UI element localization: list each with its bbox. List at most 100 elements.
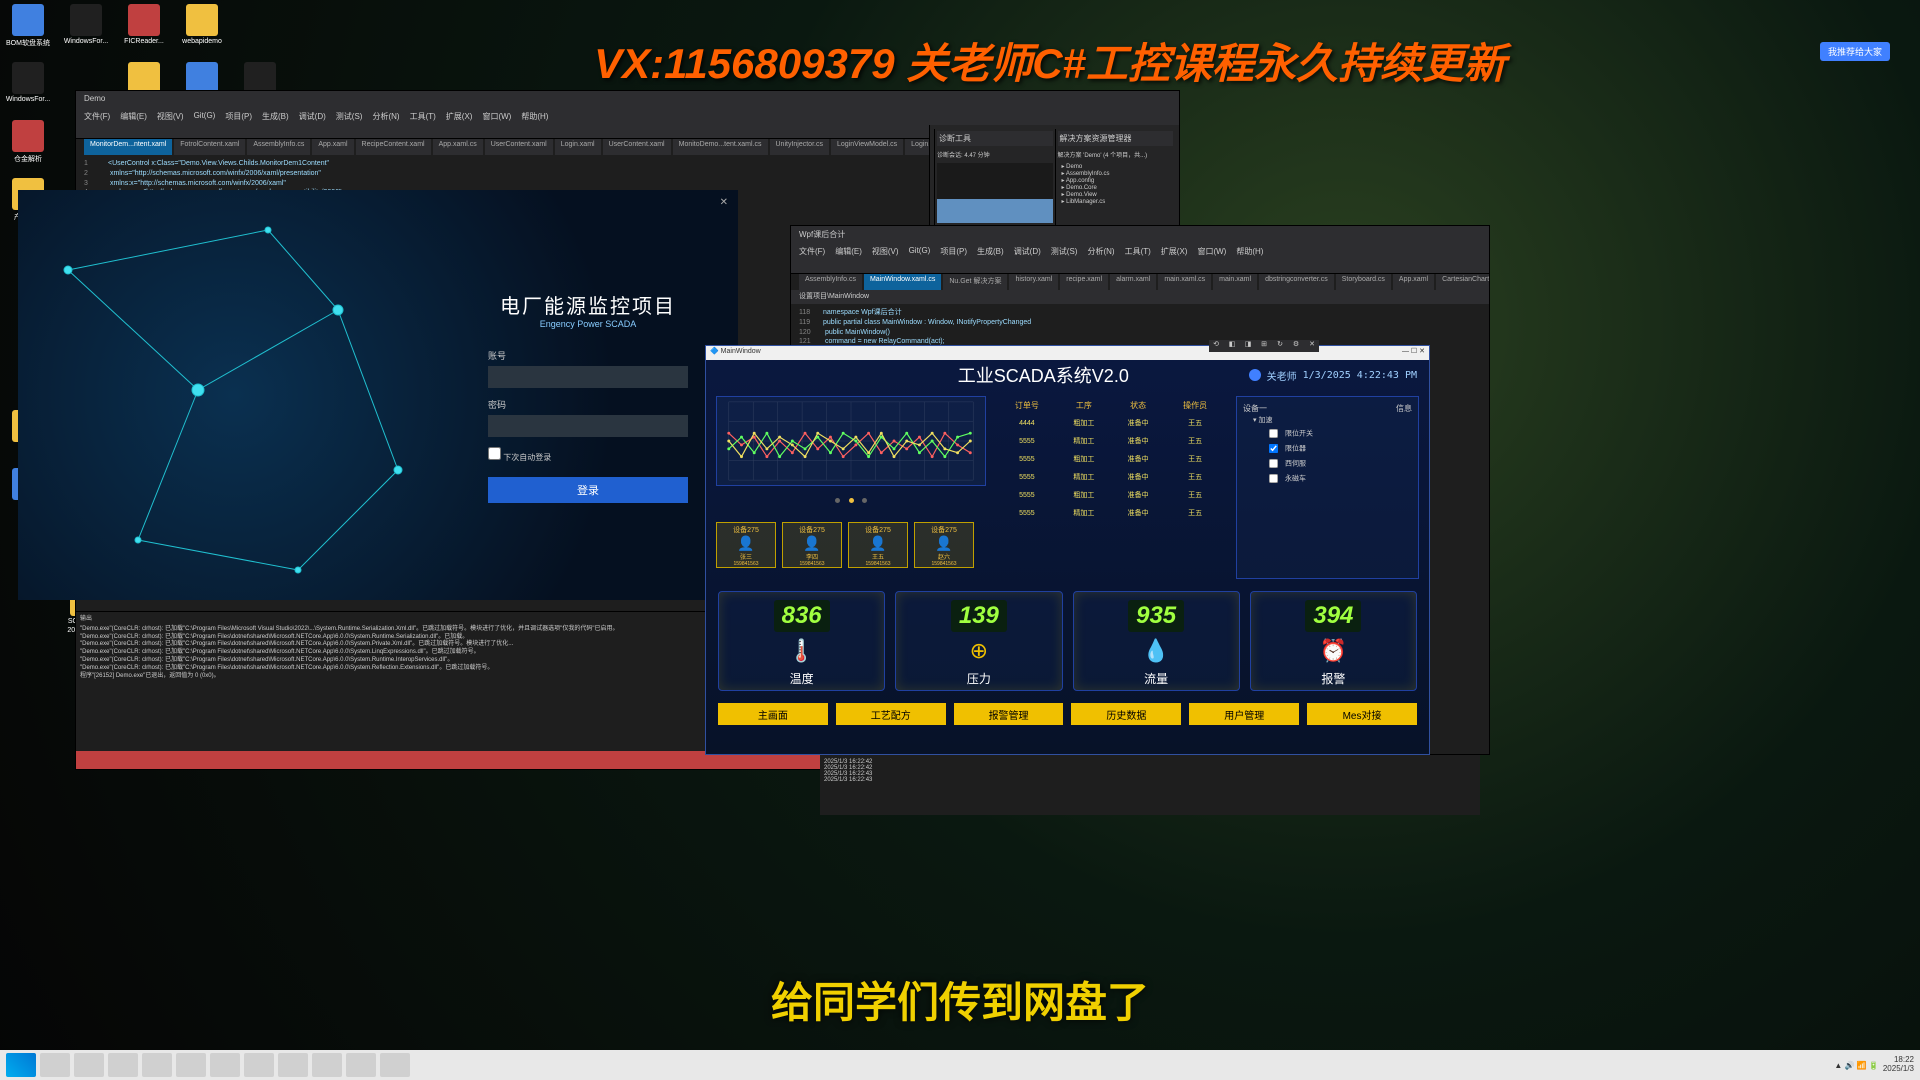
scada-tree-panel[interactable]: 设备一 信息 ▾ 加速 限位开关 限位器 西伺服 永磁车 [1236,396,1419,579]
table-row[interactable]: 5555精加工准备中王五 [998,505,1224,521]
menu-item[interactable]: 视图(V) [872,246,899,258]
editor-tab[interactable]: Storyboard.cs [1336,274,1391,290]
promo-pill[interactable]: 我推荐给大家 [1820,42,1890,61]
clock[interactable]: 18:22 2025/1/3 [1883,1056,1914,1074]
windows-taskbar[interactable]: ▲ 🔊 📶 🔋 18:22 2025/1/3 [0,1050,1920,1080]
menu-item[interactable]: 调试(D) [1014,246,1041,258]
close-icon[interactable]: ✕ [714,195,734,210]
login-window-controls[interactable]: ✕ [714,192,734,210]
tree-item[interactable]: 限位开关 [1243,426,1412,441]
editor-tab[interactable]: App.xaml [312,139,353,155]
editor-tab[interactable]: Login.xaml [555,139,601,155]
menu-item[interactable]: 分析(N) [1087,246,1114,258]
menu-item[interactable]: 工具(T) [410,111,436,123]
nav-button-工艺配方[interactable]: 工艺配方 [836,703,946,725]
table-row[interactable]: 5555粗加工准备中王五 [998,487,1224,503]
editor-tab[interactable]: AssemblyInfo.cs [799,274,862,290]
menu-item[interactable]: 调试(D) [299,111,326,123]
menu-item[interactable]: 文件(F) [84,111,110,123]
window-controls[interactable]: — ☐ ✕ [1402,347,1425,359]
editor-tab[interactable]: AssemblyInfo.cs [247,139,310,155]
editor-tab[interactable]: MonitoDemo...tent.xaml.cs [673,139,768,155]
tree-sub[interactable]: ▾ 加速 [1243,414,1412,426]
scada-debug-toolbar[interactable]: ⟲ ◧ ◨ ⊞ ↻ ⚙ ✕ [1209,340,1319,352]
taskbar-app-start[interactable] [6,1053,36,1077]
editor-tab[interactable]: main.xaml [1213,274,1257,290]
editor-tab[interactable]: LoginViewModel.cs [831,139,903,155]
vs2-tabs[interactable]: AssemblyInfo.csMainWindow.xaml.csNu.Get … [791,274,1489,290]
orders-table[interactable]: 订单号工序状态操作员4444粗加工准备中王五5555精加工准备中王五5555粗加… [996,396,1226,523]
menu-item[interactable]: 帮助(H) [521,111,548,123]
menu-item[interactable]: 帮助(H) [1236,246,1263,258]
editor-tab[interactable]: CartesianChartConver...cs [1436,274,1489,290]
carousel-dots[interactable] [716,490,986,508]
worker-card[interactable]: 设备275👤张三159841563 [716,522,776,568]
metric-card-压力[interactable]: 139⊕压力 [895,591,1062,691]
worker-card[interactable]: 设备275👤赵六159841563 [914,522,974,568]
login-button[interactable]: 登录 [488,477,688,503]
vs2-titlebar[interactable]: Wpf课后合计 [791,226,1489,244]
nav-button-Mes对接[interactable]: Mes对接 [1307,703,1417,725]
tray-icons[interactable]: ▲ 🔊 📶 🔋 [1834,1061,1878,1070]
menu-item[interactable]: Git(G) [909,246,931,258]
menu-item[interactable]: 测试(S) [336,111,363,123]
menu-item[interactable]: 窗口(W) [482,111,511,123]
remember-checkbox-row[interactable]: 下次自动登录 [488,447,688,463]
desktop-icon[interactable]: 仓金解析 [4,120,52,174]
username-input[interactable] [488,366,688,388]
editor-tab[interactable]: MonitorDem...ntent.xaml [84,139,172,155]
menu-item[interactable]: 项目(P) [940,246,967,258]
vs1-titlebar[interactable]: Demo [76,91,1179,109]
taskbar-app-demo[interactable] [346,1053,376,1077]
vs2-output-panel[interactable]: 2025/1/3 16:22:422025/1/3 16:22:422025/1… [820,755,1480,815]
dot[interactable] [862,498,867,503]
metric-card-流量[interactable]: 935💧流量 [1073,591,1240,691]
taskbar-app-chrome[interactable] [278,1053,308,1077]
editor-tab[interactable]: FotrolContent.xaml [174,139,245,155]
worker-card[interactable]: 设备275👤王五159841563 [848,522,908,568]
taskbar-app-widgets[interactable] [74,1053,104,1077]
editor-tab[interactable]: recipe.xaml [1060,274,1108,290]
tb-icon[interactable]: ◨ [1241,340,1255,352]
table-row[interactable]: 5555精加工准备中王五 [998,433,1224,449]
menu-item[interactable]: 扩展(X) [446,111,473,123]
scada-window-titlebar[interactable]: 🔷 MainWindow — ☐ ✕ [706,346,1429,360]
editor-tab[interactable]: alarm.xaml [1110,274,1156,290]
tree-item[interactable]: 限位器 [1243,441,1412,456]
desktop-icon[interactable]: BOM软盘系统 [4,4,52,58]
editor-tab[interactable]: main.xaml.cs [1158,274,1211,290]
table-row[interactable]: 4444粗加工准备中王五 [998,415,1224,431]
tb-icon[interactable]: ⊞ [1257,340,1271,352]
menu-item[interactable]: 视图(V) [157,111,184,123]
menu-item[interactable]: 生成(B) [262,111,289,123]
tb-icon[interactable]: ⚙ [1289,340,1303,352]
vs2-breadcrumb[interactable]: 设置项目\MainWindow [791,290,1489,304]
tb-icon[interactable]: ◧ [1225,340,1239,352]
menu-item[interactable]: 项目(P) [225,111,252,123]
nav-button-主画面[interactable]: 主画面 [718,703,828,725]
dot-active[interactable] [849,498,854,503]
password-input[interactable] [488,415,688,437]
metric-card-温度[interactable]: 836🌡️温度 [718,591,885,691]
editor-tab[interactable]: history.xaml [1009,274,1058,290]
remember-checkbox[interactable] [488,447,501,460]
solution-tree[interactable]: ▸ Demo▸ AssemblyInfo.cs▸ App.config▸ Dem… [1058,163,1174,205]
editor-tab[interactable]: Nu.Get 解决方案 [943,274,1007,290]
tb-icon[interactable]: ✕ [1305,340,1319,352]
desktop-icon[interactable] [236,4,284,58]
editor-tab[interactable]: App.xaml [1393,274,1434,290]
editor-tab[interactable]: UnityInjector.cs [770,139,829,155]
dot[interactable] [835,498,840,503]
tb-icon[interactable]: ↻ [1273,340,1287,352]
taskbar-app-edge[interactable] [142,1053,172,1077]
tree-item[interactable]: 永磁车 [1243,471,1412,486]
desktop-icon[interactable]: WindowsFor... [62,4,110,58]
system-tray[interactable]: ▲ 🔊 📶 🔋 18:22 2025/1/3 [1834,1056,1914,1074]
editor-tab[interactable]: UserContent.xaml [485,139,553,155]
taskbar-app-search[interactable] [40,1053,70,1077]
editor-tab[interactable]: UserContent.xaml [603,139,671,155]
metric-card-报警[interactable]: 394⏰报警 [1250,591,1417,691]
menu-item[interactable]: 扩展(X) [1161,246,1188,258]
menu-item[interactable]: Git(G) [194,111,216,123]
vs2-toolbar[interactable] [791,260,1489,274]
